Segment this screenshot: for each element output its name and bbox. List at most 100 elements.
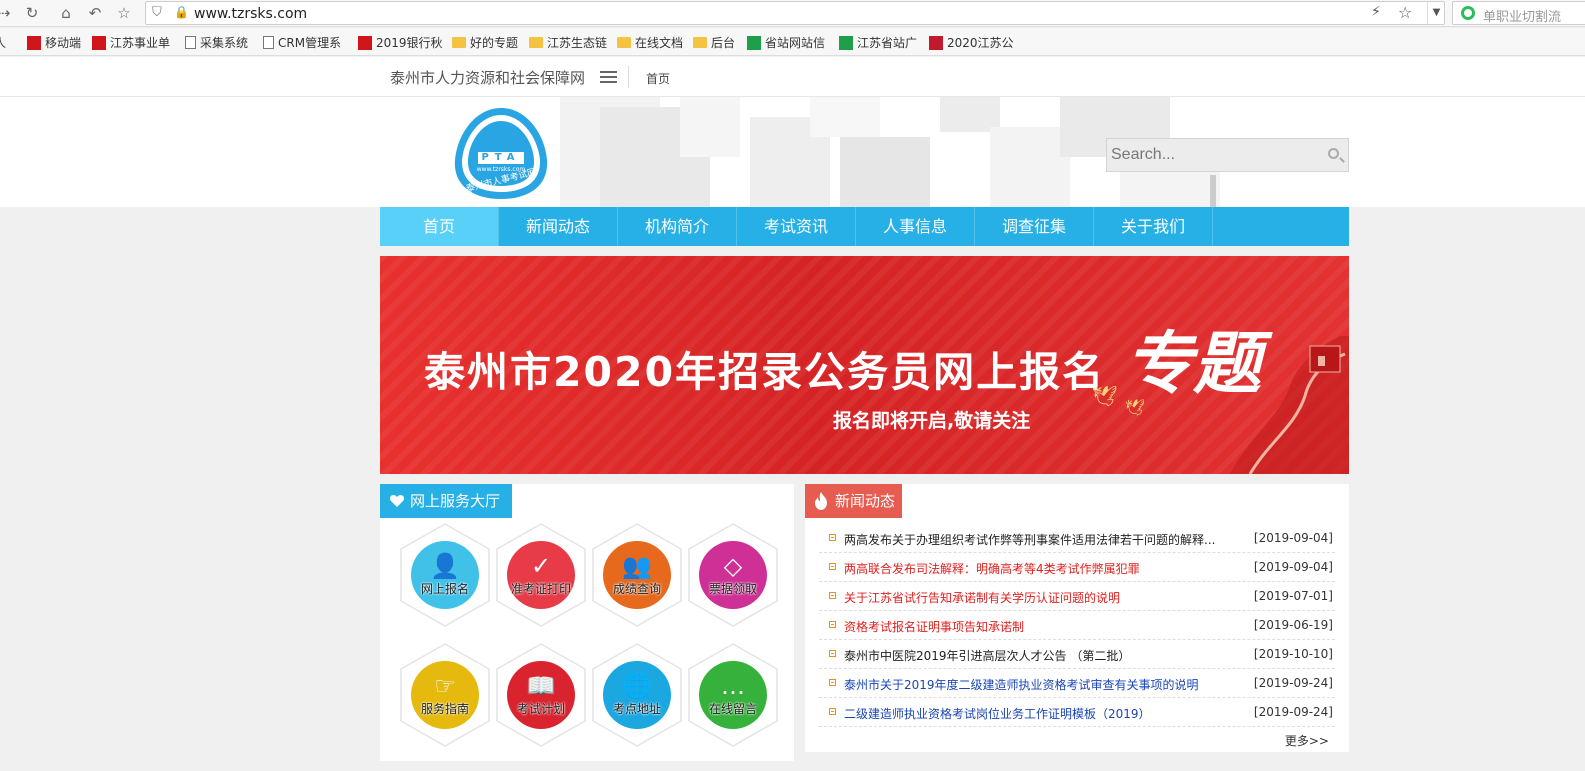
refresh-icon[interactable]: ↻ <box>22 3 42 23</box>
home-icon[interactable]: ⌂ <box>56 3 76 23</box>
search-engine-icon <box>1461 6 1475 20</box>
service-label: 成绩查询 <box>612 582 661 596</box>
bookmark-item[interactable]: 江苏事业单 <box>92 34 170 51</box>
menu-icon[interactable] <box>600 71 617 83</box>
nav-item[interactable]: 机构简介 <box>618 207 737 246</box>
news-panel: 新闻动态 两高发布关于办理组织考试作弊等刑事案件适用法律若干问题的解释... [2… <box>805 484 1349 752</box>
news-panel-title: 新闻动态 <box>805 484 902 518</box>
insecure-lock-icon[interactable]: 🔒 <box>174 5 189 19</box>
news-row[interactable]: 二级建造师执业资格考试岗位业务工作证明模板（2019） [2019-09-24] <box>819 698 1335 727</box>
nav-item[interactable]: 首页 <box>380 207 499 246</box>
nav-item[interactable]: 考试资讯 <box>737 207 856 246</box>
browser-search-box[interactable]: 单职业切割流 <box>1452 1 1585 25</box>
nav-item[interactable]: 人事信息 <box>856 207 975 246</box>
site-search[interactable] <box>1106 138 1349 172</box>
bullet-icon <box>829 679 836 686</box>
dove-icon: 🕊 <box>1092 384 1118 408</box>
service-label: 准考证打印 <box>510 582 571 596</box>
news-row[interactable]: 两高联合发布司法解释：明确高考等4类考试作弊属犯罪 [2019-09-04] <box>819 553 1335 582</box>
browser-search-text: 单职业切割流 <box>1483 10 1562 25</box>
bookmark-item[interactable]: 好的专题 <box>452 34 518 51</box>
bookmark-label: 省站网站信 <box>765 36 826 50</box>
news-title[interactable]: 资格考试报名证明事项告知承诺制 <box>844 618 1234 635</box>
service-icon: … <box>721 672 745 700</box>
site-favicon-icon <box>27 35 41 50</box>
bookmark-item[interactable]: 省站网站信 <box>747 34 825 51</box>
search-icon[interactable] <box>1328 148 1339 159</box>
news-row[interactable]: 两高发布关于办理组织考试作弊等刑事案件适用法律若干问题的解释... [2019-0… <box>819 524 1335 553</box>
news-date: [2019-09-24] <box>1253 705 1333 719</box>
service-label: 考试计划 <box>516 702 565 716</box>
bookmark-item[interactable]: 后台 <box>693 34 735 51</box>
shield-icon: ⛉ <box>152 5 162 20</box>
service-tile[interactable]: ◇ 票据领取 <box>687 522 779 628</box>
nav-item[interactable]: 调查征集 <box>975 207 1094 246</box>
service-tile[interactable]: 🌐 考点地址 <box>591 642 683 748</box>
bullet-icon <box>829 708 836 715</box>
services-title-text: 网上服务大厅 <box>410 492 501 510</box>
news-title[interactable]: 泰州市中医院2019年引进高层次人才公告 （第二批） <box>844 647 1234 664</box>
news-title[interactable]: 关于江苏省试行告知承诺制有关学历认证问题的说明 <box>844 589 1234 606</box>
news-row[interactable]: 泰州市中医院2019年引进高层次人才公告 （第二批） [2019-10-10] <box>819 640 1335 669</box>
news-title[interactable]: 二级建造师执业资格考试岗位业务工作证明模板（2019） <box>844 705 1234 722</box>
divider <box>628 66 629 88</box>
bookmark-label: 后台 <box>711 36 736 50</box>
news-row[interactable]: 关于江苏省试行告知承诺制有关学历认证问题的说明 [2019-07-01] <box>819 582 1335 611</box>
forward-icon[interactable]: ⇢ <box>0 3 14 23</box>
service-tile[interactable]: ☞ 服务指南 <box>399 642 491 748</box>
chevron-down-icon[interactable]: ▼ <box>1427 2 1445 24</box>
more-link[interactable]: 更多>> <box>1285 732 1329 749</box>
lightning-icon[interactable]: ⚡ <box>1371 4 1381 20</box>
promo-banner[interactable]: 泰州市2020年招录公务员网上报名 专题 报名即将开启,敬请关注 🕊 🕊 <box>380 256 1349 474</box>
bookmark-label: 江苏生态链 <box>547 36 608 50</box>
bookmark-star-icon[interactable]: ☆ <box>1398 3 1412 22</box>
service-icon: 👥 <box>622 552 652 580</box>
favorite-icon[interactable]: ☆ <box>114 3 134 23</box>
news-row[interactable]: 资格考试报名证明事项告知承诺制 [2019-06-19] <box>819 611 1335 640</box>
service-label: 考点地址 <box>612 702 661 716</box>
search-input[interactable] <box>1111 145 1311 165</box>
bullet-icon <box>829 534 836 541</box>
news-date: [2019-07-01] <box>1253 589 1333 603</box>
news-date: [2019-09-04] <box>1253 560 1333 574</box>
service-tile[interactable]: 👥 成绩查询 <box>591 522 683 628</box>
bookmark-item[interactable]: 2020江苏公 <box>929 34 1014 51</box>
service-icon: 👤 <box>430 552 460 580</box>
main-nav: 首页 新闻动态 机构简介 考试资讯 人事信息 调查征集 关于我们 <box>380 207 1349 246</box>
topbar-home-link[interactable]: 首页 <box>646 70 670 87</box>
service-icon: ◇ <box>723 552 743 580</box>
service-tile[interactable]: … 在线留言 <box>687 642 779 748</box>
service-icon: 📖 <box>526 672 556 700</box>
logo-letters: PTA <box>481 152 521 163</box>
bookmark-item[interactable]: 江苏省站广 <box>839 34 917 51</box>
bookmark-item[interactable]: 采集系统 <box>185 34 248 51</box>
news-date: [2019-09-04] <box>1253 531 1333 545</box>
bookmark-item[interactable]: 2019银行秋 <box>358 34 443 51</box>
news-row[interactable]: 泰州市关于2019年度二级建造师执业资格考试审查有关事项的说明 [2019-09-… <box>819 669 1335 698</box>
nav-item[interactable]: 新闻动态 <box>499 207 618 246</box>
service-tile[interactable]: 📖 考试计划 <box>495 642 587 748</box>
bookmark-item[interactable]: 在线文档 <box>617 34 683 51</box>
bookmark-label: 移动端 <box>45 36 82 50</box>
bullet-icon <box>829 621 836 628</box>
bookmark-label: 2019银行秋 <box>376 36 443 50</box>
service-tile[interactable]: 👤 网上报名 <box>399 522 491 628</box>
service-tile[interactable]: ✓ 准考证打印 <box>495 522 587 628</box>
bookmark-item[interactable]: 人 <box>0 34 6 51</box>
heart-icon <box>390 495 404 507</box>
nav-item[interactable]: 关于我们 <box>1094 207 1213 246</box>
news-title[interactable]: 泰州市关于2019年度二级建造师执业资格考试审查有关事项的说明 <box>844 676 1234 693</box>
browser-toolbar: ⇢ ↻ ⌂ ↶ ☆ ⛉ 🔒 www.tzrsks.com ⚡ ☆ ▼ 单职业切割… <box>0 0 1585 27</box>
news-date: [2019-09-24] <box>1253 676 1333 690</box>
address-bar[interactable]: ⛉ 🔒 www.tzrsks.com ⚡ ☆ ▼ <box>145 1 1445 25</box>
news-title[interactable]: 两高发布关于办理组织考试作弊等刑事案件适用法律若干问题的解释... <box>844 531 1234 548</box>
site-logo[interactable]: PTA www.tzrsks.com 泰州市人事考试网 <box>452 105 550 201</box>
url-text[interactable]: www.tzrsks.com <box>194 6 307 22</box>
site-name[interactable]: 泰州市人力资源和社会保障网 <box>390 67 585 88</box>
bookmark-item[interactable]: CRM管理系 <box>263 34 341 51</box>
news-title[interactable]: 两高联合发布司法解释：明确高考等4类考试作弊属犯罪 <box>844 560 1234 577</box>
site-favicon-icon <box>929 35 943 50</box>
bookmark-item[interactable]: 移动端 <box>27 34 81 51</box>
bookmark-item[interactable]: 江苏生态链 <box>529 34 607 51</box>
undo-icon[interactable]: ↶ <box>85 3 105 23</box>
